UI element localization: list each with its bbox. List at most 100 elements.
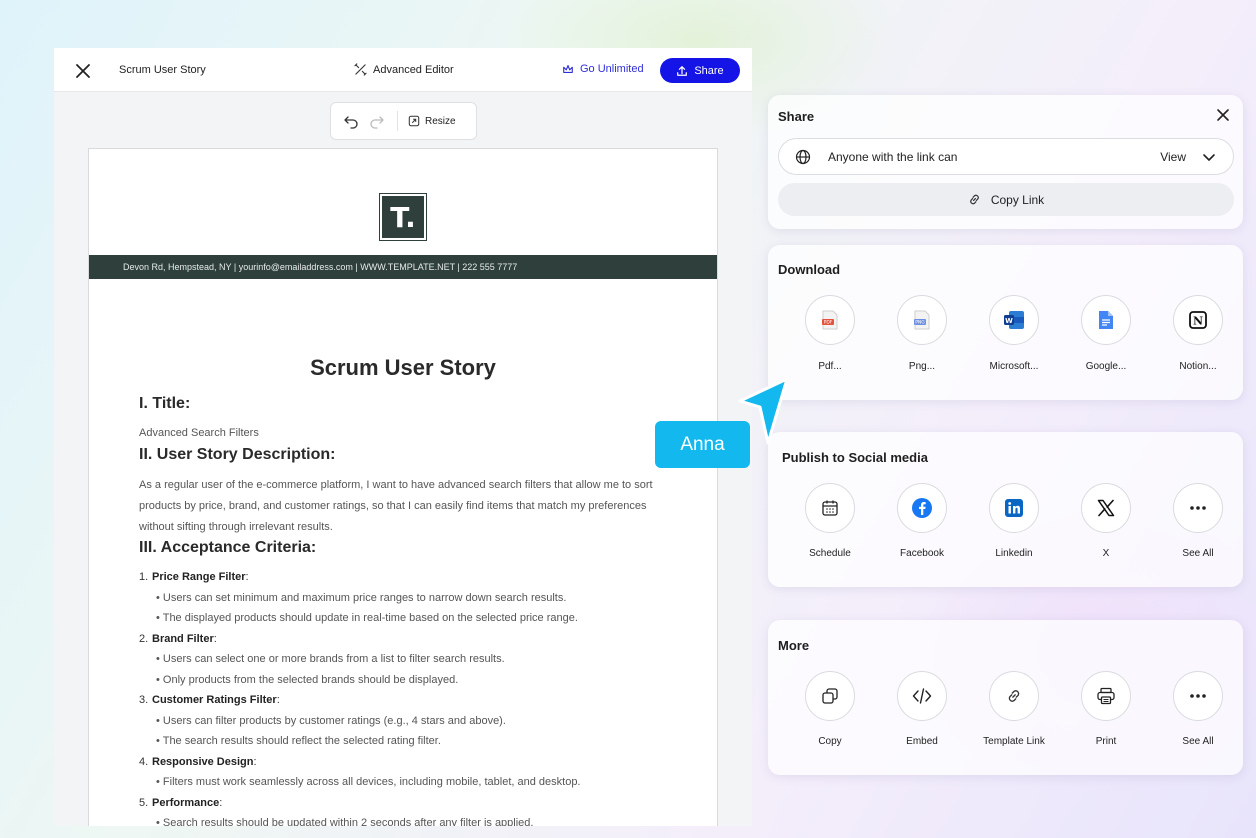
social-panel-title: Publish to Social media — [782, 450, 928, 465]
criteria-subitem: • Filters must work seamlessly across al… — [156, 776, 581, 788]
criteria-subitem: • Search results should be updated withi… — [156, 817, 534, 826]
social-option-label: See All — [1182, 548, 1214, 559]
edit-toolbar: Resize — [330, 102, 477, 140]
notion-icon: N — [1189, 311, 1207, 329]
close-icon[interactable] — [74, 62, 92, 80]
resize-icon — [408, 115, 420, 127]
linkedin-icon — [1005, 499, 1023, 517]
download-microsoft-button[interactable]: W Microsoft... — [968, 295, 1060, 372]
editor-window: Scrum User Story Advanced Editor Go Unli… — [54, 48, 752, 826]
section-heading: III. Acceptance Criteria: — [139, 539, 317, 556]
contact-bar: Devon Rd, Hempstead, NY | yourinfo@email… — [89, 255, 717, 279]
download-option-label: Png... — [908, 361, 936, 372]
company-logo: T. — [379, 193, 427, 241]
advanced-editor-button[interactable]: Advanced Editor — [354, 63, 454, 76]
social-options: Schedule Facebook Linkedin X See All — [778, 483, 1234, 573]
section-heading: I. Title: — [139, 395, 191, 412]
criteria-item: 3. Customer Ratings Filter: — [139, 694, 280, 706]
svg-text:W: W — [1005, 317, 1013, 325]
redo-icon[interactable] — [369, 113, 385, 129]
criteria-item: 2. Brand Filter: — [139, 632, 217, 645]
facebook-button[interactable]: Facebook — [876, 483, 968, 559]
criteria-item: 1. Price Range Filter: — [139, 571, 249, 583]
undo-icon[interactable] — [343, 113, 359, 129]
section-text: Advanced Search Filters — [139, 427, 259, 439]
share-panel-title: Share — [778, 109, 815, 124]
resize-label: Resize — [425, 115, 456, 127]
x-button[interactable]: X — [1060, 483, 1152, 559]
svg-text:PNG: PNG — [915, 320, 925, 326]
download-options: PDF Pdf... PNG Png... W Microsoft... Goo… — [778, 295, 1234, 385]
download-option-label: Microsoft... — [989, 361, 1039, 372]
link-icon — [970, 194, 979, 205]
schedule-button[interactable]: Schedule — [784, 483, 876, 559]
more-horizontal-icon — [1190, 506, 1206, 510]
svg-text:PDF: PDF — [824, 320, 833, 326]
social-option-label: Linkedin — [995, 548, 1033, 559]
criteria-subitem: • The displayed products should update i… — [156, 612, 578, 624]
section-heading: II. User Story Description: — [139, 446, 336, 463]
svg-text:N: N — [1193, 315, 1203, 328]
link-access-select[interactable]: Anyone with the link can View — [778, 138, 1234, 175]
download-option-label: Pdf... — [818, 361, 842, 372]
see-all-social-button[interactable]: See All — [1152, 483, 1244, 559]
download-panel: Download PDF Pdf... PNG Png... W Microso… — [768, 245, 1243, 400]
toolbar-divider — [397, 111, 398, 131]
link-icon — [1008, 690, 1020, 702]
document-title: Scrum User Story — [119, 64, 206, 76]
embed-button[interactable]: Embed — [876, 671, 968, 747]
copy-button[interactable]: Copy — [784, 671, 876, 747]
editor-topbar: Scrum User Story Advanced Editor Go Unli… — [54, 48, 752, 92]
criteria-subitem: • Users can filter products by customer … — [156, 714, 506, 727]
png-file-icon: PNG — [914, 310, 930, 330]
upload-icon — [677, 65, 688, 76]
download-pdf-button[interactable]: PDF Pdf... — [784, 295, 876, 372]
share-button-label: Share — [694, 64, 724, 77]
close-icon[interactable] — [1215, 107, 1231, 123]
resize-button[interactable]: Resize — [408, 115, 456, 127]
section-text: As a regular user of the e-commerce plat… — [139, 479, 653, 533]
more-panel: More Copy Embed Template Link Print See … — [768, 620, 1243, 775]
chevron-down-icon — [1203, 153, 1215, 161]
criteria-subitem: • The search results should reflect the … — [156, 735, 441, 747]
copy-link-button[interactable]: Copy Link — [778, 183, 1234, 216]
link-access-label: Anyone with the link can — [828, 149, 958, 164]
criteria-subitem: • Users can select one or more brands fr… — [156, 653, 505, 665]
more-panel-title: More — [778, 638, 810, 653]
collaborator-name-tag: Anna — [655, 421, 750, 468]
share-button[interactable]: Share — [660, 58, 740, 83]
download-png-button[interactable]: PNG Png... — [876, 295, 968, 372]
crown-icon — [563, 65, 573, 73]
document-page[interactable]: T. Devon Rd, Hempstead, NY | yourinfo@em… — [88, 148, 718, 826]
tools-icon — [354, 63, 367, 76]
more-option-label: Template Link — [983, 736, 1045, 747]
download-notion-button[interactable]: N Notion... — [1152, 295, 1244, 372]
download-panel-title: Download — [778, 262, 841, 277]
linkedin-button[interactable]: Linkedin — [968, 483, 1060, 559]
template-link-button[interactable]: Template Link — [968, 671, 1060, 747]
more-option-label: Embed — [906, 736, 938, 747]
pdf-file-icon: PDF — [822, 310, 838, 330]
social-option-label: Schedule — [809, 548, 851, 559]
download-google-button[interactable]: Google... — [1060, 295, 1152, 372]
social-panel: Publish to Social media Schedule Faceboo… — [768, 432, 1243, 587]
social-option-label: Facebook — [900, 548, 944, 559]
copy-link-label: Copy Link — [990, 192, 1045, 207]
go-unlimited-button[interactable]: Go Unlimited — [562, 63, 644, 75]
print-button[interactable]: Print — [1060, 671, 1152, 747]
globe-icon — [795, 149, 811, 164]
calendar-icon — [822, 500, 838, 516]
google-docs-icon — [1099, 311, 1113, 329]
see-all-more-button[interactable]: See All — [1152, 671, 1244, 747]
code-icon — [912, 688, 932, 704]
download-option-label: Google... — [1085, 361, 1127, 372]
criteria-subitem: • Users can set minimum and maximum pric… — [156, 591, 567, 604]
microsoft-word-icon: W — [1004, 311, 1024, 329]
go-unlimited-label: Go Unlimited — [580, 63, 644, 75]
more-horizontal-icon — [1190, 694, 1206, 698]
more-option-label: Print — [1095, 736, 1117, 747]
printer-icon — [1097, 687, 1115, 705]
download-option-label: Notion... — [1179, 361, 1217, 372]
x-logo-icon — [1097, 499, 1115, 517]
more-options: Copy Embed Template Link Print See All — [778, 671, 1234, 761]
